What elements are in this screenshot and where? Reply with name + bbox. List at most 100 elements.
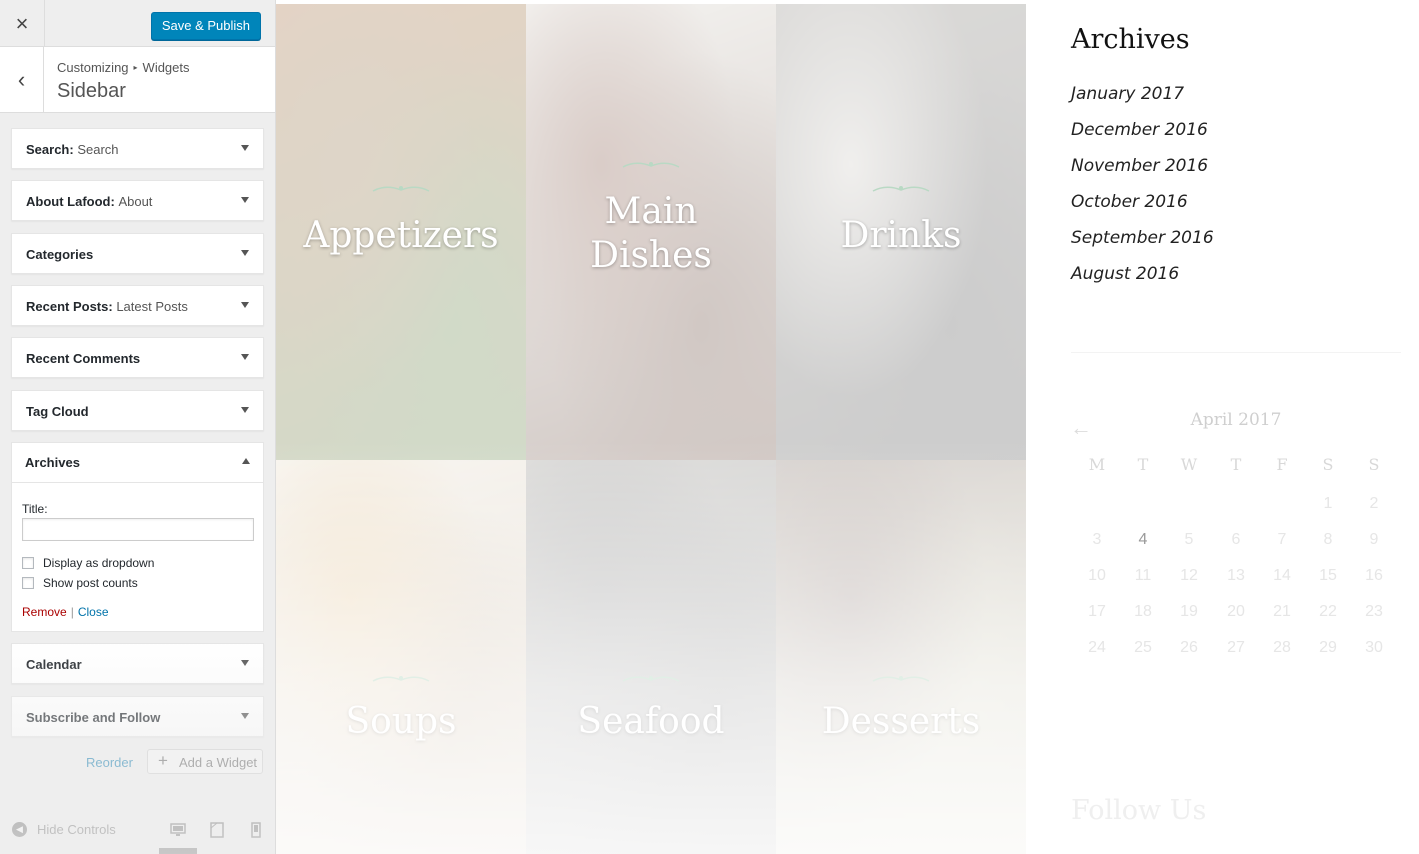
reorder-link[interactable]: Reorder — [86, 755, 133, 770]
category-tile-label: Desserts — [821, 701, 981, 742]
section-title: Sidebar — [57, 80, 126, 102]
breadcrumb-separator-icon: ▸ — [133, 63, 138, 72]
arrow-down-icon[interactable] — [241, 713, 249, 719]
customizer-sidebar: × Save & Publish ‹ Customizing ▸ Widgets S… — [0, 0, 276, 854]
widget-recent-comments[interactable]: Recent Comments — [11, 337, 264, 378]
calendar-weekday: T — [1230, 455, 1242, 474]
calendar-day: 21 — [1273, 603, 1291, 620]
title-field[interactable] — [22, 518, 254, 541]
arrow-down-icon[interactable] — [241, 197, 249, 203]
breadcrumb-widgets: Widgets — [142, 60, 190, 75]
arrow-down-icon[interactable] — [241, 407, 249, 413]
calendar-day: 6 — [1231, 531, 1241, 548]
category-tile[interactable]: Appetizers — [276, 4, 526, 463]
calendar-day: 11 — [1134, 567, 1152, 584]
calendar-day: 15 — [1319, 567, 1337, 584]
action-separator: | — [70, 605, 74, 619]
category-tile[interactable]: Desserts — [776, 460, 1026, 854]
tablet-preview-icon[interactable] — [209, 822, 225, 838]
remove-link[interactable]: Remove — [22, 605, 67, 619]
arrow-up-icon[interactable] — [242, 458, 250, 464]
widget-archives-toggle[interactable]: Archives — [11, 442, 264, 483]
widget-recent-posts[interactable]: Recent Posts: Latest Posts — [11, 285, 264, 326]
archive-link[interactable]: August 2016 — [1071, 264, 1179, 284]
arrow-down-icon[interactable] — [241, 145, 249, 151]
calendar-day: 8 — [1323, 531, 1333, 548]
calendar-day[interactable]: 4 — [1120, 531, 1166, 549]
widget-subtitle: Latest Posts — [116, 299, 188, 314]
arrow-down-icon[interactable] — [241, 660, 249, 666]
archive-link[interactable]: September 2016 — [1071, 228, 1214, 248]
add-widget-button[interactable]: + Add a Widget — [147, 749, 263, 774]
calendar-day: 7 — [1277, 531, 1287, 548]
close-icon[interactable]: × — [0, 0, 45, 47]
category-tile[interactable]: Seafood — [526, 460, 776, 854]
category-tile[interactable]: Main Dishes — [526, 4, 776, 463]
calendar-day: 22 — [1319, 603, 1337, 620]
calendar-day: 29 — [1319, 639, 1337, 656]
save-publish-button[interactable]: Save & Publish — [150, 12, 261, 40]
widget-title: Archives — [25, 455, 80, 470]
category-tile[interactable]: Drinks — [776, 4, 1026, 463]
category-tile-label: Main Dishes — [590, 191, 712, 276]
section-header: ‹ Customizing ▸ Widgets Sidebar — [0, 47, 275, 113]
widget-title: Search: Search — [26, 142, 119, 157]
widget-divider — [1071, 352, 1401, 353]
widget-about-lafood[interactable]: About Lafood: About — [11, 180, 264, 221]
category-tile[interactable]: Soups — [276, 460, 526, 854]
calendar-day: 19 — [1180, 603, 1198, 620]
widget-categories[interactable]: Categories — [11, 233, 264, 274]
tile-overlay — [526, 460, 776, 854]
plus-icon: + — [158, 751, 168, 770]
site-preview: Appetizers Main Dishes Drinks Soups Seafood D… — [276, 0, 1419, 854]
display-dropdown-label: Display as dropdown — [43, 556, 155, 570]
calendar-day: 18 — [1134, 603, 1152, 620]
hide-controls-button[interactable]: ◀ Hide Controls — [12, 822, 116, 837]
calendar-month-title: April 2017 — [1190, 410, 1282, 430]
desktop-preview-icon[interactable] — [170, 822, 186, 838]
calendar-day: 27 — [1227, 639, 1245, 656]
widget-calendar[interactable]: Calendar — [11, 643, 264, 684]
widget-subscribe-follow[interactable]: Subscribe and Follow — [11, 696, 264, 737]
widget-tag-cloud[interactable]: Tag Cloud — [11, 390, 264, 431]
archive-link[interactable]: December 2016 — [1071, 120, 1208, 140]
calendar-day: 5 — [1184, 531, 1194, 548]
category-tile-label: Soups — [345, 701, 457, 742]
customizer-footer: ◀ Hide Controls — [0, 810, 275, 854]
calendar-prev-arrow-icon[interactable]: ← — [1070, 415, 1092, 441]
calendar-weekday: F — [1276, 455, 1288, 474]
arrow-down-icon[interactable] — [241, 250, 249, 256]
back-arrow-icon[interactable]: ‹ — [0, 47, 44, 112]
calendar-day: 28 — [1273, 639, 1291, 656]
widget-search[interactable]: Search: Search — [11, 128, 264, 169]
arrow-down-icon[interactable] — [241, 302, 249, 308]
calendar-day: 25 — [1134, 639, 1152, 656]
archive-link[interactable]: November 2016 — [1071, 156, 1208, 176]
calendar-day: 23 — [1365, 603, 1383, 620]
calendar-day: 3 — [1092, 531, 1102, 548]
display-dropdown-option[interactable]: Display as dropdown — [22, 556, 154, 570]
calendar-day: 10 — [1088, 567, 1106, 584]
ornament-icon — [622, 162, 680, 168]
close-link[interactable]: Close — [78, 605, 109, 619]
widget-name: Search — [26, 142, 70, 157]
follow-us-heading: Follow Us — [1071, 795, 1207, 826]
show-post-counts-option[interactable]: Show post counts — [22, 576, 138, 590]
mobile-preview-icon[interactable] — [248, 822, 264, 838]
ornament-icon — [372, 676, 430, 682]
calendar-day: 2 — [1369, 495, 1379, 512]
show-post-counts-checkbox[interactable] — [22, 577, 34, 589]
archive-link[interactable]: October 2016 — [1071, 192, 1188, 212]
widget-title: Calendar — [26, 657, 82, 672]
add-widget-label: Add a Widget — [179, 755, 258, 770]
customizer-page: × Save & Publish ‹ Customizing ▸ Widgets S… — [0, 0, 1419, 854]
ornament-icon — [372, 186, 430, 192]
display-dropdown-checkbox[interactable] — [22, 557, 34, 569]
ornament-icon — [872, 676, 930, 682]
arrow-down-icon[interactable] — [241, 354, 249, 360]
widget-archives-header[interactable]: Archives — [12, 443, 263, 483]
customizer-top-bar: × Save & Publish — [0, 0, 275, 47]
calendar-day: 16 — [1365, 567, 1383, 584]
calendar-weekday: T — [1137, 455, 1149, 474]
archive-link[interactable]: January 2017 — [1071, 84, 1184, 104]
